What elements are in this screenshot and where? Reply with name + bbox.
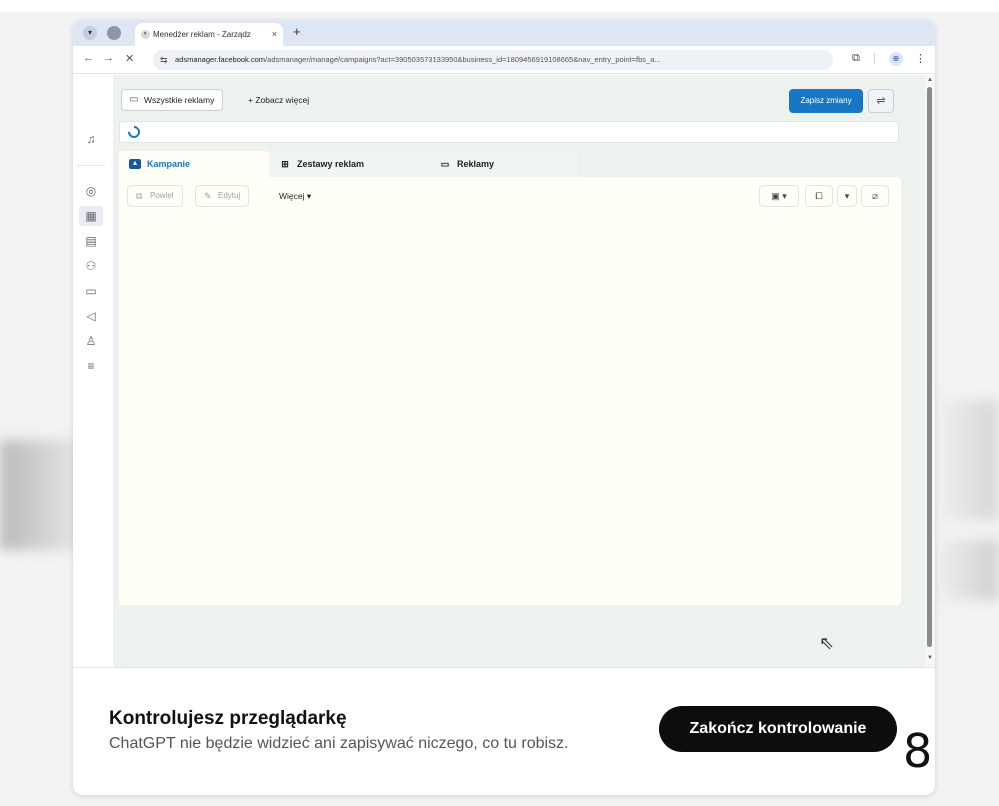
all-tools-menu-icon[interactable]: ≡ (83, 358, 99, 374)
corner-number: 8 (903, 724, 933, 778)
profile-avatar-icon[interactable]: ⊕ (889, 52, 903, 66)
tab-ad-sets-label: Zestawy reklam (297, 159, 365, 169)
search-filter-bar[interactable] (119, 121, 899, 143)
see-more-button[interactable]: + Zobacz więcej (248, 89, 309, 111)
duplicate-icon: ⧉ (136, 191, 143, 201)
control-banner-subtitle: ChatGPT nie będzie widzieć ani zapisywać… (109, 735, 569, 752)
tab-ad-sets[interactable]: ⊞ Zestawy reklam (269, 151, 429, 177)
url-path: /adsmanager/manage/campaigns?act=3905035… (265, 55, 661, 64)
backdrop-blur-left (0, 440, 80, 550)
backdrop-blur-right-lower (929, 540, 999, 600)
control-banner-title: Kontrolujesz przeglądarkę (109, 708, 347, 729)
all-ads-button[interactable]: ▭ Wszystkie reklamy (121, 89, 224, 111)
duplicate-label: Powiel (150, 191, 174, 200)
toolbar-divider: | (873, 52, 876, 64)
folder-icon: ▭ (129, 94, 139, 105)
browser-window: ▾ ◐ Menedżer reklam - Zarządz × + ← → ✕ … (73, 20, 935, 795)
grid-squares-icon: ⊞ (281, 159, 289, 169)
tab-ads-label: Reklamy (457, 159, 495, 169)
scrollbar-thumb[interactable] (927, 87, 932, 647)
users-icon[interactable]: ♙ (83, 333, 99, 349)
browser-menu-icon[interactable]: ⋮ (915, 52, 926, 65)
campaigns-grid-icon[interactable]: ▦ (83, 208, 99, 224)
more-dropdown-button[interactable]: Więcej ▾ (279, 185, 311, 207)
edit-label: Edytuj (218, 191, 241, 200)
browser-tab-title: Menedżer reklam - Zarządz (153, 30, 251, 39)
ads-manager-page: ♫ ◎ ▦ ▤ ⚇ ▭ ◁ ♙ ≡ ▭ Wszystkie reklamy + … (73, 75, 935, 667)
tab-close-icon[interactable]: × (272, 23, 277, 46)
ads-megaphone-icon[interactable]: ◁ (83, 308, 99, 324)
browser-tab[interactable]: ◐ Menedżer reklam - Zarządz × (135, 23, 283, 46)
reports-icon[interactable]: ▤ (83, 233, 99, 249)
object-tabs: ▲ Kampanie ⊞ Zestawy reklam ▭ Reklamy (119, 151, 909, 177)
settings-sliders-icon[interactable]: ⇌ (868, 89, 894, 113)
tab-strip: ▾ ◐ Menedżer reklam - Zarządz × + (73, 20, 935, 46)
tab-campaigns-label: Kampanie (147, 159, 191, 169)
save-changes-button[interactable]: Zapisz zmiany (789, 89, 863, 113)
tab-search-icon[interactable]: ▾ (83, 26, 97, 40)
page-scrollbar[interactable]: ▲ ▼ (925, 75, 935, 667)
address-bar[interactable]: ⇆ adsmanager.facebook.com/adsmanager/man… (153, 50, 833, 70)
scroll-down-arrow-icon[interactable]: ▼ (927, 655, 933, 661)
loading-spinner-icon (125, 123, 143, 141)
backdrop-top (0, 0, 999, 12)
tab-ads[interactable]: ▭ Reklamy (429, 151, 577, 177)
rail-divider (77, 165, 105, 166)
export-icon[interactable]: ⧠ (805, 185, 833, 207)
left-nav-rail: ♫ ◎ ▦ ▤ ⚇ ▭ ◁ ♙ ≡ (73, 75, 109, 667)
extensions-icon[interactable]: ⧉ (852, 52, 860, 65)
pencil-icon: ✎ (204, 191, 212, 201)
site-info-icon[interactable]: ⇆ (160, 50, 168, 70)
mouse-cursor-icon: ⇖ (819, 633, 835, 653)
export-chevron-down-icon[interactable]: ▾ (837, 185, 857, 207)
scroll-up-arrow-icon[interactable]: ▲ (927, 77, 933, 83)
url-host: adsmanager.facebook.com (175, 55, 266, 64)
stop-controlling-button[interactable]: Zakończ kontrolowanie (659, 706, 897, 752)
campaigns-table-panel: ⧉ Powiel ✎ Edytuj Więcej ▾ ▣ ▾ ⧠ ▾ ⧄ ⇖ (119, 177, 901, 653)
stop-loading-icon[interactable]: ✕ (125, 52, 134, 65)
duplicate-button[interactable]: ⧉ Powiel (127, 185, 183, 207)
forward-arrow-icon[interactable]: → (103, 52, 114, 64)
tab-campaigns[interactable]: ▲ Kampanie (119, 151, 269, 177)
backdrop-blur-right (929, 400, 999, 520)
favicon-icon: ◐ (141, 30, 150, 39)
view-setup-dropdown-icon[interactable]: ▣ ▾ (759, 185, 799, 207)
folder-filled-icon: ▲ (129, 159, 141, 169)
main-content: ▭ Wszystkie reklamy + Zobacz więcej Zapi… (113, 75, 927, 667)
browser-toolbar: ← → ✕ ⇆ adsmanager.facebook.com/adsmanag… (73, 46, 935, 74)
back-arrow-icon[interactable]: ← (83, 52, 94, 64)
overview-gauge-icon[interactable]: ◎ (83, 183, 99, 199)
new-tab-button[interactable]: + (293, 24, 301, 39)
all-ads-label: Wszystkie reklamy (144, 95, 215, 105)
edit-button[interactable]: ✎ Edytuj (195, 185, 250, 207)
agent-control-banner: Kontrolujesz przeglądarkę ChatGPT nie bę… (73, 667, 935, 795)
tab-group-dot-icon[interactable] (107, 26, 121, 40)
notifications-bell-icon[interactable]: ♫ (83, 131, 99, 147)
ad-rectangle-icon: ▭ (440, 159, 450, 169)
billing-card-icon[interactable]: ▭ (83, 283, 99, 299)
audiences-icon[interactable]: ⚇ (83, 258, 99, 274)
content-topbar: ▭ Wszystkie reklamy + Zobacz więcej Zapi… (113, 81, 927, 121)
reports-shortcut-icon[interactable]: ⧄ (861, 185, 889, 207)
